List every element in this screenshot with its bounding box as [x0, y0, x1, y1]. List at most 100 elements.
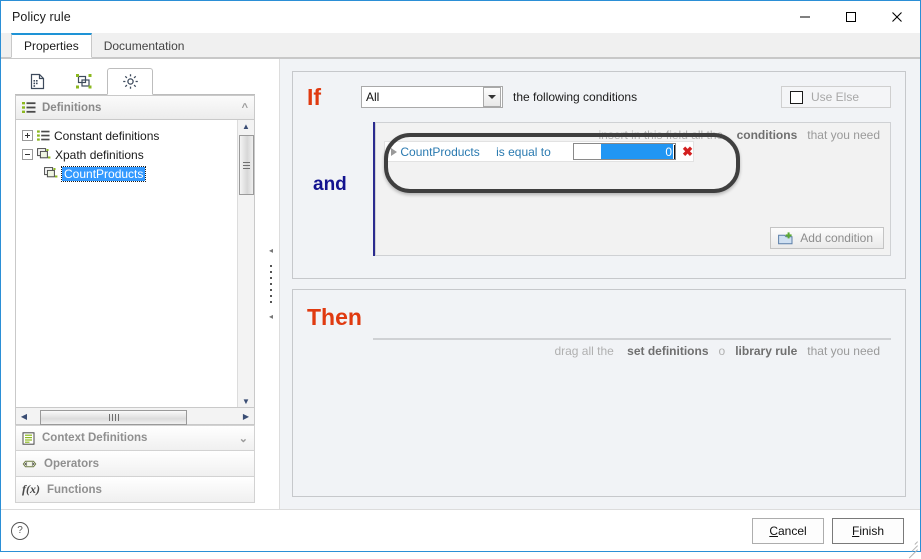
help-icon[interactable]: ?	[11, 521, 29, 540]
expand-condition-icon[interactable]	[387, 148, 400, 156]
scroll-right-icon[interactable]: ▶	[238, 412, 254, 421]
definitions-panel: Definitions ^ Constant definitions Xpath…	[1, 59, 263, 509]
use-else-checkbox[interactable]: Use Else	[781, 86, 891, 108]
if-watermark-part2: conditions	[736, 128, 798, 142]
collapse-left-icon[interactable]: ◂	[269, 247, 273, 255]
accordion-label: Operators	[44, 457, 99, 470]
expand-icon[interactable]	[22, 130, 33, 141]
icon-tab-document[interactable]	[15, 68, 61, 95]
condition-row[interactable]: CountProducts is equal to 0 ✖	[384, 141, 694, 162]
function-icon: f(x)	[22, 482, 40, 496]
then-header: Then	[307, 302, 891, 332]
add-condition-icon	[778, 231, 793, 244]
xpath-icon	[44, 167, 58, 178]
accordion-label: Functions	[47, 483, 102, 496]
accordion-operators[interactable]: Operators	[15, 451, 255, 477]
if-watermark-part3: that you need	[807, 128, 880, 142]
use-else-label: Use Else	[811, 90, 860, 104]
collapse-icon[interactable]	[22, 149, 33, 160]
chevron-down-icon[interactable]: ⌄	[239, 432, 248, 445]
h-scroll-track[interactable]	[32, 409, 238, 425]
main-tabstrip: Properties Documentation	[1, 33, 920, 59]
tree-horizontal-scrollbar[interactable]: ◀ ▶	[15, 408, 255, 425]
if-header: If All the following conditions Use Else	[307, 84, 891, 110]
conditions-drop-panel[interactable]: insert in this field all the conditions …	[375, 122, 891, 256]
dialog-footer: ? Cancel Finish	[1, 509, 920, 559]
icon-tab-settings[interactable]	[107, 68, 153, 95]
policy-rule-window: Policy rule Properties Documentation Def…	[0, 0, 921, 559]
then-watermark-part2: set definitions	[627, 344, 709, 358]
cancel-rest: ancel	[777, 523, 807, 538]
list-icon	[37, 129, 50, 141]
tab-documentation[interactable]: Documentation	[92, 33, 197, 58]
then-watermark-part3: o	[718, 344, 726, 358]
tree-item-constant-definitions[interactable]: Constant definitions	[22, 126, 235, 145]
xpath-icon	[37, 148, 51, 159]
gear-icon	[122, 74, 138, 89]
title-bar: Policy rule	[1, 1, 920, 33]
list-icon	[22, 101, 36, 113]
scroll-left-icon[interactable]: ◀	[16, 412, 32, 421]
h-scroll-thumb[interactable]	[40, 409, 187, 425]
tree-vertical-scrollbar[interactable]: ▲ ▼	[237, 120, 254, 407]
accordion-functions[interactable]: f(x) Functions	[15, 477, 255, 503]
add-condition-button[interactable]: Add condition	[770, 227, 884, 249]
then-section: Then drag all the set definitions o libr…	[292, 289, 906, 497]
tree-item-countproducts[interactable]: CountProducts	[22, 164, 235, 183]
definitions-tree[interactable]: Constant definitions Xpath definitions C…	[15, 119, 255, 408]
tab-properties[interactable]: Properties	[11, 33, 92, 58]
if-section: If All the following conditions Use Else…	[292, 71, 906, 279]
tree-item-xpath-definitions[interactable]: Xpath definitions	[22, 145, 235, 164]
then-watermark-part1: drag all the	[554, 344, 614, 358]
add-condition-wrap: Add condition	[376, 227, 890, 255]
panel-icon-tabs	[15, 67, 255, 95]
cancel-label: Cancel	[769, 524, 806, 538]
condition-name[interactable]: CountProducts	[400, 145, 496, 159]
add-condition-label: Add condition	[800, 231, 873, 245]
close-icon[interactable]	[874, 1, 920, 33]
maximize-icon[interactable]	[828, 1, 874, 33]
then-watermark: drag all the set definitions o library r…	[554, 344, 880, 358]
body-area: Definitions ^ Constant definitions Xpath…	[1, 59, 920, 509]
scroll-down-icon[interactable]: ▼	[242, 397, 250, 407]
scope-select-value: All	[366, 90, 380, 104]
then-watermark-part4: library rule	[735, 344, 798, 358]
definitions-header-label: Definitions	[42, 101, 102, 114]
window-title: Policy rule	[12, 10, 71, 24]
scroll-thumb[interactable]	[238, 135, 254, 195]
panel-splitter[interactable]: ◂ ◂	[263, 59, 280, 509]
collapse-right-icon[interactable]: ◂	[269, 313, 273, 321]
scope-select[interactable]: All	[361, 86, 503, 108]
icon-tab-diagram[interactable]	[61, 68, 107, 95]
condition-operator[interactable]: is equal to	[496, 145, 573, 159]
splitter-grip[interactable]	[270, 263, 272, 305]
minimize-icon[interactable]	[782, 1, 828, 33]
collapse-chevron-icon[interactable]: ^	[242, 102, 248, 114]
delete-condition-icon[interactable]: ✖	[682, 145, 693, 158]
then-watermark-part5: that you need	[807, 344, 880, 358]
tab-documentation-label: Documentation	[103, 38, 185, 53]
cancel-button[interactable]: Cancel	[752, 517, 824, 544]
tree-content: Constant definitions Xpath definitions C…	[16, 120, 237, 407]
definitions-section-header[interactable]: Definitions ^	[15, 95, 255, 119]
chevron-down-icon[interactable]	[483, 87, 501, 107]
if-keyword: If	[307, 83, 322, 110]
accordion-context-definitions[interactable]: Context Definitions ⌄	[15, 425, 255, 451]
book-icon	[22, 431, 35, 445]
scroll-up-icon[interactable]: ▲	[242, 122, 250, 132]
tree-item-label: Xpath definitions	[55, 147, 144, 162]
then-drop-panel[interactable]: drag all the set definitions o library r…	[373, 338, 891, 358]
operators-icon	[22, 460, 37, 467]
condition-area: and insert in this field all the conditi…	[307, 122, 891, 256]
diagram-icon	[76, 74, 92, 89]
resize-grip[interactable]	[904, 536, 918, 559]
tab-properties-label: Properties	[24, 39, 79, 53]
document-icon	[30, 73, 45, 90]
accordion-label: Context Definitions	[42, 432, 148, 444]
condition-value-input[interactable]: 0	[572, 143, 677, 160]
condition-value-text: 0	[601, 144, 674, 159]
finish-button[interactable]: Finish	[832, 517, 904, 544]
tree-item-label: Constant definitions	[54, 128, 160, 143]
checkbox-icon[interactable]	[790, 90, 803, 104]
help-label: ?	[17, 525, 23, 536]
